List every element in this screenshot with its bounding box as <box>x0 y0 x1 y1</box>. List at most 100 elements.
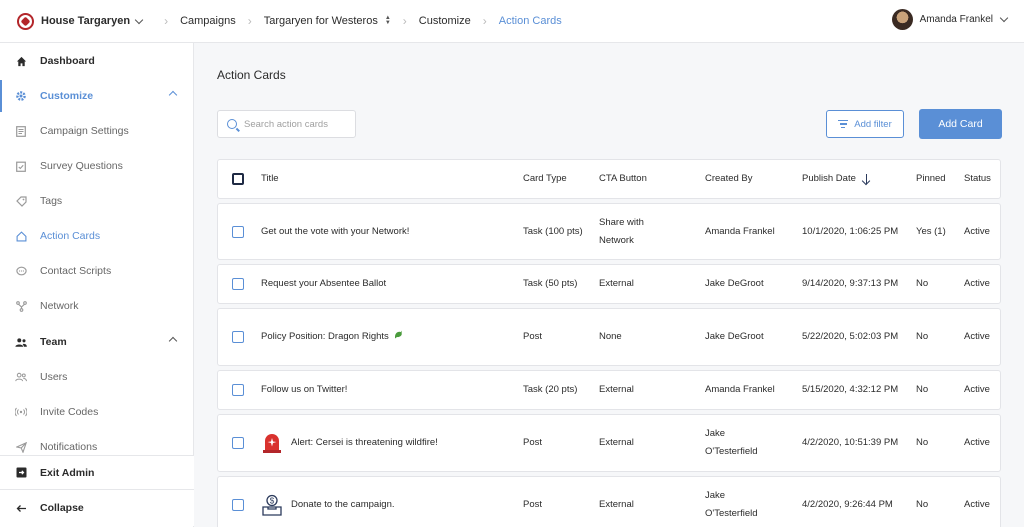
cell-created-by: Jake O'Testerfield <box>705 428 758 457</box>
cell-cta-button: External <box>599 437 634 448</box>
cell-created-by: Amanda Frankel <box>705 384 775 395</box>
table-row[interactable]: $ Donate to the campaign. Post External … <box>217 476 1001 527</box>
svg-text:$: $ <box>270 497 275 506</box>
column-header-title[interactable]: Title <box>261 160 279 198</box>
sidebar-item-label: Tags <box>40 195 63 207</box>
collapse-label: Collapse <box>40 502 84 514</box>
siren-icon <box>261 432 283 454</box>
column-header-card-type[interactable]: Card Type <box>523 160 567 198</box>
row-checkbox[interactable] <box>232 331 244 343</box>
sidebar-item-label: Network <box>40 300 79 312</box>
cell-status: Active <box>964 384 990 395</box>
breadcrumb-separator-icon: › <box>402 14 407 28</box>
table-row[interactable]: Follow us on Twitter! Task (20 pts) Exte… <box>217 370 1001 410</box>
sidebar-item-dashboard[interactable]: Dashboard <box>0 45 194 77</box>
chevron-up-icon[interactable] <box>168 90 178 100</box>
cell-cta-button: Share with Network <box>599 216 644 246</box>
sidebar-item-network[interactable]: Network <box>0 290 194 322</box>
row-checkbox[interactable] <box>232 278 244 290</box>
sidebar-footer: Exit Admin Collapse <box>0 455 194 526</box>
cell-title[interactable]: Policy Position: Dragon Rights <box>261 309 403 365</box>
cell-status: Active <box>964 278 990 289</box>
sidebar-item-campaign-settings[interactable]: Campaign Settings <box>0 115 194 147</box>
page-title: Action Cards <box>217 68 286 82</box>
sidebar-item-label: Notifications <box>40 441 98 453</box>
arrow-left-icon <box>15 502 27 514</box>
sidebar-item-users[interactable]: Users <box>0 361 194 393</box>
cell-cta-button: External <box>599 384 634 395</box>
cell-card-type: Post <box>523 331 543 342</box>
breadcrumb-campaign[interactable]: Targaryen for Westeros <box>264 15 378 27</box>
add-card-button[interactable]: Add Card <box>919 109 1002 139</box>
cell-card-type: Post <box>523 499 543 510</box>
collapse-button[interactable]: Collapse <box>0 490 194 526</box>
column-header-publish-date[interactable]: Publish Date <box>802 160 871 198</box>
table-row[interactable]: Alert: Cersei is threatening wildfire! P… <box>217 414 1001 472</box>
cell-pinned: No <box>916 331 929 342</box>
cell-created-by: Amanda Frankel <box>705 225 775 237</box>
search-input[interactable] <box>244 118 354 130</box>
cell-pinned: No <box>916 278 929 289</box>
sidebar-item-invite-codes[interactable]: Invite Codes <box>0 396 194 428</box>
home-icon <box>15 55 27 67</box>
users-icon <box>15 371 27 383</box>
sidebar-item-tags[interactable]: Tags <box>0 185 194 217</box>
sort-descending-icon <box>862 173 871 185</box>
search-box[interactable] <box>217 110 356 138</box>
cell-pinned: Yes (1) <box>916 225 946 237</box>
cell-title-text: Donate to the campaign. <box>291 499 395 510</box>
sidebar-item-label: Campaign Settings <box>40 125 129 137</box>
row-checkbox[interactable] <box>232 384 244 396</box>
chevron-down-icon <box>134 15 144 24</box>
campaign-switch-icon[interactable]: ▲ ▼ <box>385 15 391 26</box>
table-row[interactable]: Policy Position: Dragon Rights Post None… <box>217 308 1001 366</box>
table-row[interactable]: Request your Absentee Ballot Task (50 pt… <box>217 264 1001 304</box>
sidebar-item-survey-questions[interactable]: Survey Questions <box>0 150 194 182</box>
sidebar-item-label: Users <box>40 371 68 383</box>
table-row[interactable]: Get out the vote with your Network! Task… <box>217 203 1001 260</box>
row-checkbox[interactable] <box>232 437 244 449</box>
sidebar-item-customize[interactable]: Customize <box>0 80 194 112</box>
column-header-cta-button[interactable]: CTA Button <box>599 160 647 198</box>
cell-title-text: Alert: Cersei is threatening wildfire! <box>291 437 438 448</box>
row-checkbox[interactable] <box>232 225 244 238</box>
column-header-created-by[interactable]: Created By <box>705 160 753 198</box>
cell-title[interactable]: Follow us on Twitter! <box>261 371 347 409</box>
cell-status: Active <box>964 437 990 448</box>
exit-admin-button[interactable]: Exit Admin <box>0 456 194 490</box>
dragon-emoji-icon <box>393 328 403 346</box>
sidebar-item-label: Dashboard <box>40 55 95 67</box>
cell-title[interactable]: $ Donate to the campaign. <box>261 477 395 527</box>
chat-bubble-icon <box>15 265 27 277</box>
cell-status: Active <box>964 331 990 342</box>
top-bar: House Targaryen › Campaigns › Targaryen … <box>0 0 1024 43</box>
cell-card-type: Task (50 pts) <box>523 278 578 289</box>
cell-cta-button: None <box>599 331 622 342</box>
breadcrumb-campaigns[interactable]: Campaigns <box>180 15 236 27</box>
chevron-down-icon <box>999 13 1009 23</box>
breadcrumb-customize[interactable]: Customize <box>419 15 471 27</box>
cell-publish-date: 9/14/2020, 9:37:13 PM <box>802 278 899 289</box>
select-all-checkbox[interactable] <box>232 173 244 185</box>
column-header-status[interactable]: Status <box>964 160 991 198</box>
cell-title[interactable]: Get out the vote with your Network! <box>261 204 409 259</box>
donation-box-icon: $ <box>261 494 283 516</box>
exit-admin-label: Exit Admin <box>40 466 95 479</box>
cell-title[interactable]: Alert: Cersei is threatening wildfire! <box>261 415 438 471</box>
cell-pinned: No <box>916 499 929 510</box>
avatar <box>891 9 913 30</box>
org-switcher[interactable]: House Targaryen <box>17 12 144 30</box>
sidebar-item-label: Contact Scripts <box>40 265 112 277</box>
row-checkbox[interactable] <box>232 499 244 511</box>
sidebar-item-action-cards[interactable]: Action Cards <box>0 220 194 252</box>
cell-status: Active <box>964 225 990 237</box>
sidebar-item-team[interactable]: Team <box>0 326 194 358</box>
add-filter-button[interactable]: Add filter <box>826 110 904 138</box>
breadcrumb-action-cards: Action Cards <box>498 15 562 27</box>
sidebar-item-contact-scripts[interactable]: Contact Scripts <box>0 255 194 287</box>
chevron-up-icon[interactable] <box>168 336 178 346</box>
cell-title[interactable]: Request your Absentee Ballot <box>261 265 386 303</box>
document-icon <box>15 125 27 137</box>
user-menu[interactable]: Amanda Frankel <box>891 9 1009 30</box>
column-header-pinned[interactable]: Pinned <box>916 160 946 198</box>
